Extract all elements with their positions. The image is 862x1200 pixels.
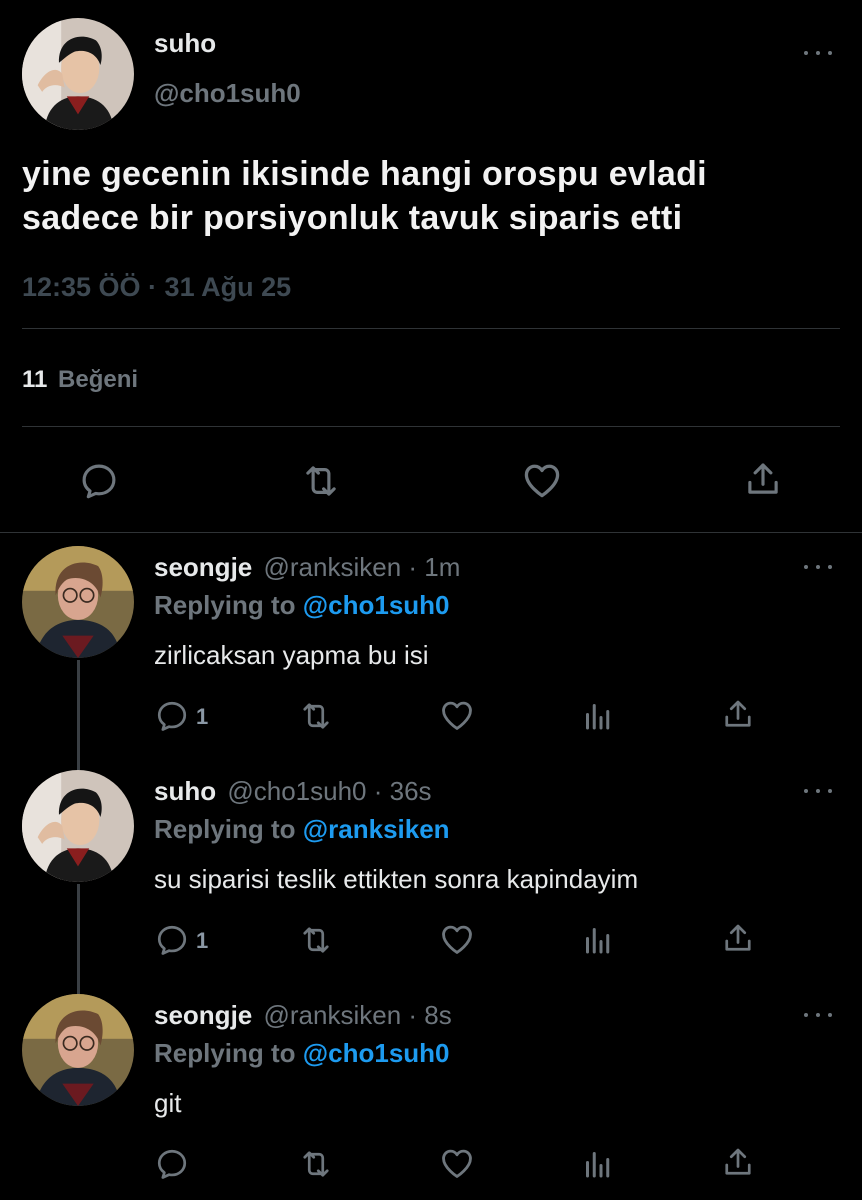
divider (22, 426, 840, 427)
reply-text: zirlicaksan yapma bu isi (154, 640, 429, 670)
likes-label: Beğeni (58, 366, 139, 393)
reply-avatar[interactable] (22, 994, 134, 1106)
share-icon[interactable] (720, 1144, 756, 1180)
reply-author-name[interactable]: seongje (154, 552, 252, 582)
main-author-handle[interactable]: @cho1suh0 (154, 78, 301, 109)
retweet-icon[interactable] (300, 460, 342, 502)
more-icon[interactable] (804, 786, 832, 796)
main-tweet-text-line-2: sadece bir porsiyonluk tavuk siparis ett… (22, 199, 683, 237)
replying-to: Replying to @cho1suh0 (154, 590, 450, 621)
replying-to-handle[interactable]: @ranksiken (303, 814, 450, 844)
like-icon[interactable] (520, 458, 564, 502)
reply-avatar[interactable] (22, 770, 134, 882)
main-tweet-text-line-1: yine gecenin ikisinde hangi orospu evlad… (22, 155, 707, 193)
replying-prefix: Replying to (154, 590, 296, 620)
reply-author-name[interactable]: suho (154, 776, 216, 806)
more-icon[interactable] (804, 48, 832, 58)
replying-prefix: Replying to (154, 814, 296, 844)
reply-header: seongje @ranksiken · 1m (154, 552, 460, 583)
replying-prefix: Replying to (154, 1038, 296, 1068)
thread-line (77, 884, 80, 994)
replying-to: Replying to @cho1suh0 (154, 1038, 450, 1069)
share-icon[interactable] (720, 696, 756, 732)
likes-summary[interactable]: 11 Beğeni (22, 366, 138, 394)
main-author-name[interactable]: suho (154, 28, 216, 59)
reply-icon[interactable] (78, 460, 120, 502)
share-icon[interactable] (720, 920, 756, 956)
likes-count: 11 (22, 366, 48, 393)
main-tweet-timestamp[interactable]: 12:35 ÖÖ · 31 Ağu 25 (22, 272, 291, 303)
reply-text: su siparisi teslik ettikten sonra kapind… (154, 864, 639, 894)
retweet-icon[interactable] (298, 698, 334, 734)
reply-handle-time[interactable]: @cho1suh0 · 36s (227, 776, 431, 806)
main-author-avatar[interactable] (22, 18, 134, 130)
retweet-icon[interactable] (298, 922, 334, 958)
like-icon[interactable] (438, 696, 476, 734)
reply-icon[interactable] (154, 922, 190, 958)
reply-author-name[interactable]: seongje (154, 1000, 252, 1030)
section-divider (0, 532, 862, 533)
retweet-icon[interactable] (298, 1146, 334, 1182)
reply-text: git (154, 1088, 182, 1118)
thread-line (77, 660, 80, 770)
divider (22, 328, 840, 329)
like-icon[interactable] (438, 1144, 476, 1182)
analytics-icon[interactable] (580, 698, 616, 734)
more-icon[interactable] (804, 1010, 832, 1020)
reply-header: suho @cho1suh0 · 36s (154, 776, 432, 807)
reply-icon[interactable] (154, 698, 190, 734)
reply-icon[interactable] (154, 1146, 190, 1182)
replying-to-handle[interactable]: @cho1suh0 (303, 1038, 450, 1068)
like-icon[interactable] (438, 920, 476, 958)
reply-header: seongje @ranksiken · 8s (154, 1000, 452, 1031)
replying-to: Replying to @ranksiken (154, 814, 450, 845)
reply-handle-time[interactable]: @ranksiken · 8s (263, 1000, 451, 1030)
reply-avatar[interactable] (22, 546, 134, 658)
more-icon[interactable] (804, 562, 832, 572)
analytics-icon[interactable] (580, 922, 616, 958)
analytics-icon[interactable] (580, 1146, 616, 1182)
replying-to-handle[interactable]: @cho1suh0 (303, 590, 450, 620)
reply-handle-time[interactable]: @ranksiken · 1m (263, 552, 460, 582)
reply-count: 1 (196, 704, 209, 729)
share-icon[interactable] (742, 458, 784, 500)
reply-count: 1 (196, 928, 209, 953)
